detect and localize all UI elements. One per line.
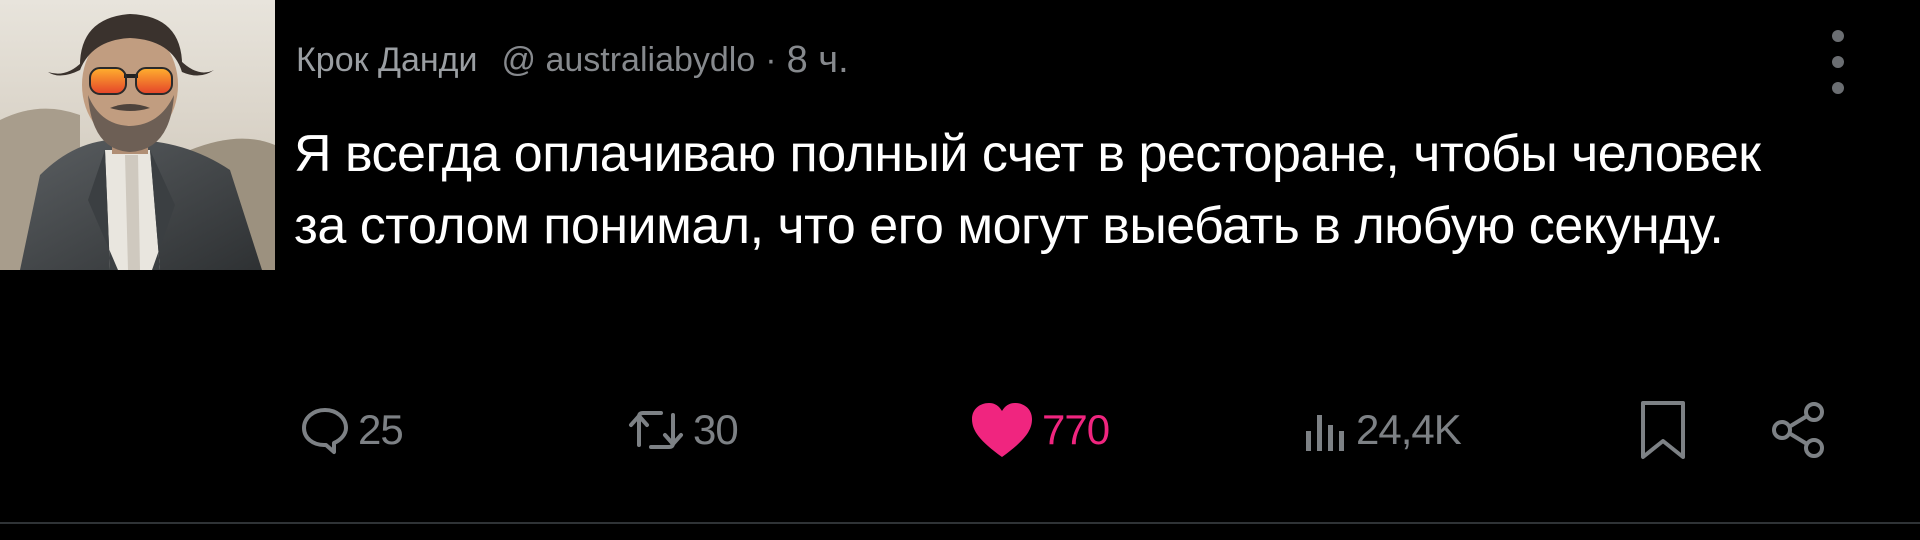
like-count: 770 — [1042, 406, 1110, 453]
repost-arrows-icon — [629, 411, 683, 449]
repost-button[interactable]: 30 — [625, 395, 739, 465]
bookmark-icon — [1641, 401, 1685, 459]
like-button[interactable]: 770 — [968, 395, 1110, 465]
post-timestamp[interactable]: 8 ч. — [787, 39, 849, 82]
post-card[interactable]: Крок Данди @ australiabydlo · 8 ч. Я все… — [0, 0, 1920, 540]
post-divider — [0, 522, 1920, 524]
author-handle[interactable]: @ australiabydlo — [502, 41, 756, 80]
author-display-name[interactable]: Крок Данди — [296, 41, 478, 80]
post-header: Крок Данди @ australiabydlo · 8 ч. — [296, 38, 849, 82]
more-dot — [1832, 82, 1844, 94]
header-separator: · — [765, 40, 777, 79]
views-button[interactable]: 24,4K — [1300, 395, 1462, 465]
reply-button[interactable]: 25 — [298, 395, 404, 465]
views-count: 24,4K — [1356, 406, 1462, 453]
share-nodes-icon — [1772, 402, 1824, 458]
more-vertical-icon — [1832, 30, 1844, 42]
heart-icon — [972, 403, 1032, 457]
bookmark-button[interactable] — [1635, 395, 1691, 465]
more-dot — [1832, 56, 1844, 68]
share-button[interactable] — [1768, 395, 1830, 465]
avatar-photo — [0, 0, 275, 270]
action-bar: 25 30 770 24,4K — [0, 395, 1920, 465]
more-options-button[interactable] — [1820, 30, 1856, 94]
avatar[interactable] — [0, 0, 275, 270]
bar-chart-icon — [1306, 415, 1344, 451]
repost-count: 30 — [693, 406, 739, 453]
speech-bubble-icon — [302, 408, 348, 454]
reply-count: 25 — [358, 406, 404, 453]
post-text: Я всегда оплачиваю полный счет в рестора… — [294, 125, 1761, 255]
